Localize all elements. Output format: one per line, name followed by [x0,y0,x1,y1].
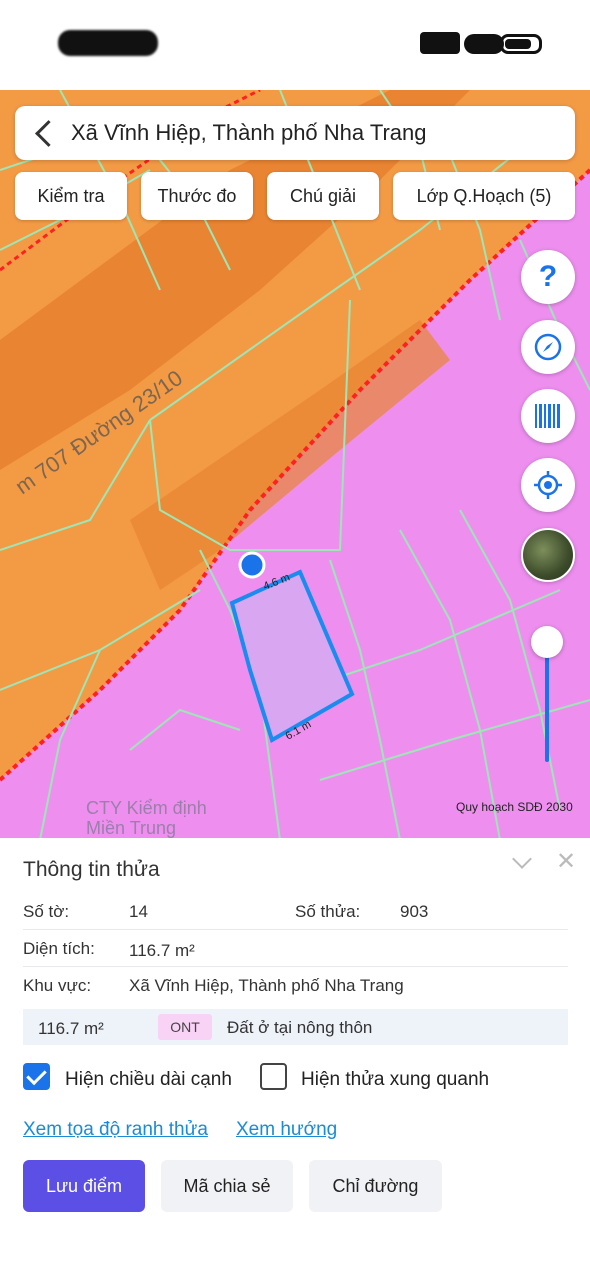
chevron-left-icon[interactable] [29,106,69,160]
legend-button[interactable]: Chú giải [267,172,379,220]
locate-me-button[interactable] [521,458,575,512]
barcode-button[interactable] [521,389,575,443]
battery-icon [500,34,542,54]
check-button[interactable]: Kiểm tra [15,172,127,220]
planning-layers-button[interactable]: Lớp Q.Hoạch (5) [393,172,575,220]
map-layer-name: Quy hoạch SDĐ 2030 [456,800,573,814]
location-title: Xã Vĩnh Hiệp, Thành phố Nha Trang [71,120,427,145]
measure-button[interactable]: Thước đo [141,172,253,220]
satellite-thumbnail[interactable] [521,528,575,582]
sheet-number-value: 14 [129,902,148,921]
network-icon [464,34,504,54]
zoom-slider-track[interactable] [545,650,549,762]
directions-button[interactable]: Chỉ đường [309,1160,442,1212]
zoom-slider-knob[interactable] [531,626,563,658]
land-use-area: 116.7 m² [38,1019,104,1038]
land-use-code-badge: ONT [158,1014,212,1040]
close-icon[interactable]: ✕ [556,850,576,874]
barcode-icon [535,404,560,428]
show-neighbors-label[interactable]: Hiện thửa xung quanh [301,1069,489,1091]
divider [23,929,568,930]
show-edge-length-checkbox[interactable] [23,1063,50,1090]
show-edge-length-label[interactable]: Hiện chiều dài cạnh [65,1069,232,1091]
status-icons [420,32,545,56]
watermark-line-2: Miền Trung [86,818,177,838]
location-search-bar[interactable]: Xã Vĩnh Hiệp, Thành phố Nha Trang [15,106,575,160]
share-code-button[interactable]: Mã chia sẻ [161,1160,293,1212]
status-time-redacted [58,30,158,56]
chevron-down-icon[interactable] [510,852,534,872]
land-use-description: Đất ở tại nông thôn [227,1018,373,1037]
parcel-number-label: Số thửa: [295,902,361,921]
show-neighbors-checkbox[interactable] [260,1063,287,1090]
view-boundary-coordinates-link[interactable]: Xem tọa độ ranh thửa [23,1119,208,1141]
selected-parcel [229,569,355,743]
signal-icon [420,32,460,54]
help-icon: ? [538,260,558,293]
watermark-line-1: CTY Kiểm định [86,798,207,818]
region-label: Khu vực: [23,976,92,995]
user-location-dot [238,551,266,579]
divider [23,966,568,967]
watermark: CTY Kiểm định Miền Trung [86,798,207,838]
view-direction-link[interactable]: Xem hướng [236,1119,337,1141]
parcel-number-value: 903 [400,902,429,921]
help-button[interactable]: ? [521,250,575,304]
my-location-icon [534,471,562,499]
sheet-title: Thông tin thửa [23,858,160,881]
compass-icon [534,333,562,361]
sheet-number-label: Số tờ: [23,902,70,921]
compass-button[interactable] [521,320,575,374]
area-value: 116.7 m² [129,941,195,960]
status-bar [0,0,590,90]
region-value: Xã Vĩnh Hiệp, Thành phố Nha Trang [129,976,404,995]
save-point-button[interactable]: Lưu điểm [23,1160,145,1212]
area-label: Diện tích: [23,939,95,958]
